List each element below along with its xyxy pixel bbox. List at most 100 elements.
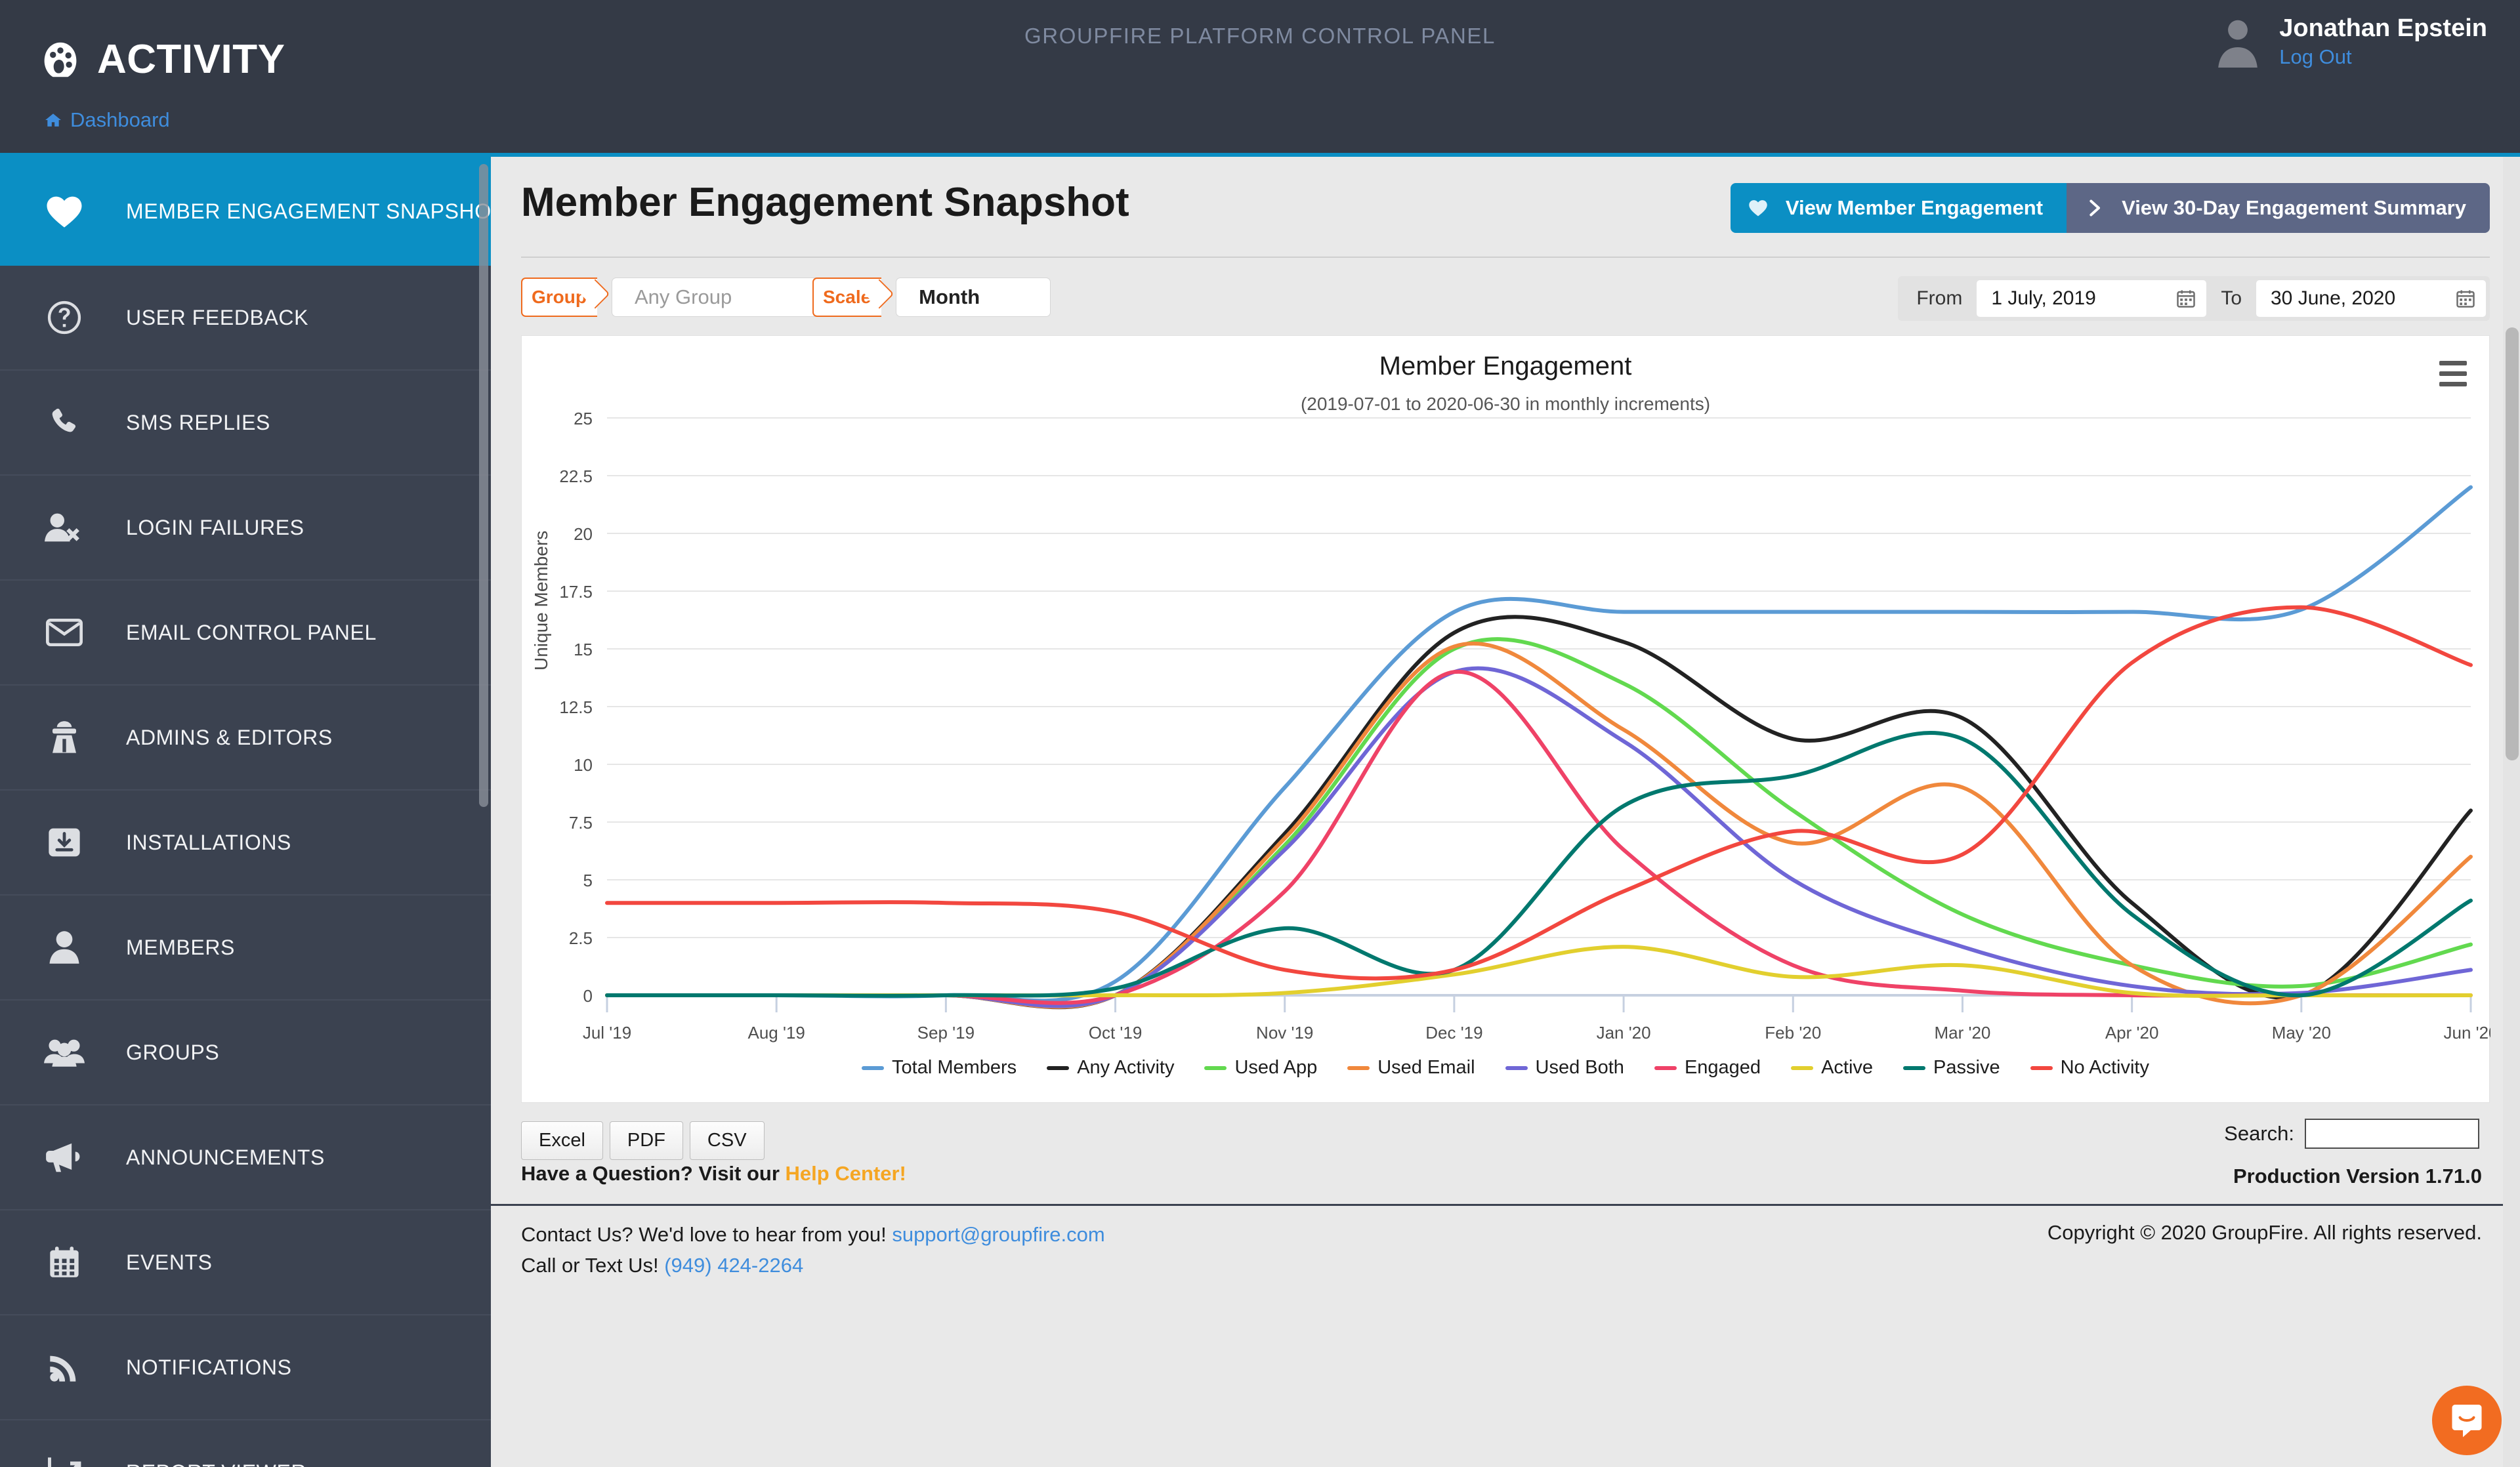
breadcrumb-label: Dashboard <box>70 108 170 131</box>
sidebar-item-label: MEMBERS <box>126 935 235 959</box>
sidebar-item-events[interactable]: EVENTS <box>0 1210 491 1315</box>
sidebar-item-user-feedback[interactable]: USER FEEDBACK <box>0 266 491 371</box>
help-line: Have a Question? Visit our Help Center! <box>521 1162 906 1186</box>
svg-text:25: 25 <box>574 409 593 428</box>
legend-item[interactable]: Used Email <box>1347 1057 1475 1079</box>
sidebar-item-announcements[interactable]: ANNOUNCEMENTS <box>0 1105 491 1210</box>
legend-item[interactable]: Used App <box>1204 1057 1317 1079</box>
filter-row: Group Any Group Scale Month From 1 July,… <box>521 276 2490 325</box>
phone-link[interactable]: (949) 424-2264 <box>664 1254 803 1277</box>
svg-text:20: 20 <box>574 524 593 544</box>
calendar-icon[interactable] <box>2456 289 2475 314</box>
footer: Contact Us? We'd love to hear from you! … <box>521 1220 1105 1281</box>
to-date-value: 30 June, 2020 <box>2271 287 2396 309</box>
sidebar-item-email-control-panel[interactable]: EMAIL CONTROL PANEL <box>0 581 491 686</box>
megaphone-icon <box>39 1141 89 1174</box>
svg-text:5: 5 <box>583 871 593 890</box>
sidebar-item-label: GROUPS <box>126 1040 220 1064</box>
sidebar-item-label: USER FEEDBACK <box>126 305 309 329</box>
export-pdf-button[interactable]: PDF <box>609 1121 683 1160</box>
sidebar-item-admins-editors[interactable]: ADMINS & EDITORS <box>0 686 491 791</box>
legend-label: Used App <box>1234 1057 1318 1078</box>
scale-select[interactable]: Month <box>896 278 1051 317</box>
legend-label: Engaged <box>1684 1057 1761 1078</box>
svg-text:10: 10 <box>574 755 593 775</box>
legend-item[interactable]: Total Members <box>862 1057 1017 1079</box>
heart-icon <box>1731 199 1786 217</box>
logout-link[interactable]: Log Out <box>2279 45 2487 69</box>
footer-call-text: Call or Text Us! <box>521 1253 665 1277</box>
user-name: Jonathan Epstein <box>2279 14 2487 42</box>
avatar <box>2214 16 2262 68</box>
user-icon <box>39 930 89 965</box>
main-content: Member Engagement Snapshot View Member E… <box>491 157 2520 1467</box>
view-30-day-summary-button[interactable]: View 30-Day Engagement Summary <box>2067 183 2490 233</box>
sidebar: MEMBER ENGAGEMENT SNAPSHOT USER FEEDBACK… <box>0 157 491 1467</box>
legend-label: Passive <box>1933 1057 2000 1078</box>
legend-item[interactable]: Used Both <box>1505 1057 1624 1079</box>
view-member-engagement-button[interactable]: View Member Engagement <box>1730 183 2067 233</box>
scale-tag-label: Scale <box>812 278 882 317</box>
header-divider <box>521 257 2490 258</box>
rss-icon <box>39 1350 89 1384</box>
export-excel-button[interactable]: Excel <box>521 1121 603 1160</box>
svg-text:Jun '20: Jun '20 <box>2443 1023 2490 1043</box>
user-secret-icon <box>39 720 89 755</box>
group-select[interactable]: Any Group <box>612 278 839 317</box>
chart-svg: 0 2.5 5 7.5 10 12.5 15 17.5 20 22.5 25 Jul '19 Aug '… <box>559 409 2498 1043</box>
sidebar-item-member-engagement-snapshot[interactable]: MEMBER ENGAGEMENT SNAPSHOT <box>0 157 491 266</box>
svg-text:Oct '19: Oct '19 <box>1089 1023 1143 1043</box>
footer-contact-line: Contact Us? We'd love to hear from you! … <box>521 1220 1105 1250</box>
user-block[interactable]: Jonathan Epstein Log Out <box>2214 14 2487 69</box>
chat-bubble-icon[interactable] <box>2432 1386 2502 1455</box>
legend-item[interactable]: Engaged <box>1654 1057 1761 1079</box>
to-date-input[interactable]: 30 June, 2020 <box>2256 280 2486 317</box>
sidebar-item-login-failures[interactable]: LOGIN FAILURES <box>0 476 491 581</box>
legend-item[interactable]: Passive <box>1903 1057 2000 1079</box>
svg-text:12.5: 12.5 <box>559 697 593 717</box>
sidebar-item-report-viewer[interactable]: REPORT VIEWER <box>0 1420 491 1467</box>
support-email-link[interactable]: support@groupfire.com <box>892 1223 1104 1246</box>
svg-text:15: 15 <box>574 640 593 659</box>
from-label: From <box>1916 287 1963 309</box>
platform-title: GROUPFIRE PLATFORM CONTROL PANEL <box>1024 24 1496 48</box>
footer-divider <box>491 1204 2520 1206</box>
legend-label: No Activity <box>2060 1057 2149 1078</box>
sidebar-item-notifications[interactable]: NOTIFICATIONS <box>0 1315 491 1420</box>
legend-item[interactable]: Any Activity <box>1047 1057 1174 1079</box>
help-center-link[interactable]: Help Center! <box>786 1162 906 1185</box>
legend-swatch <box>2030 1065 2053 1070</box>
version-label: Production Version 1.71.0 <box>2233 1165 2482 1188</box>
legend-label: Used Email <box>1377 1057 1475 1078</box>
sidebar-item-label: MEMBER ENGAGEMENT SNAPSHOT <box>126 199 491 223</box>
calendar-icon[interactable] <box>2176 289 2196 314</box>
sidebar-item-sms-replies[interactable]: SMS REPLIES <box>0 371 491 476</box>
group-filter: Group Any Group <box>521 278 839 317</box>
copyright: Copyright © 2020 GroupFire. All rights r… <box>2047 1221 2482 1244</box>
sidebar-item-label: NOTIFICATIONS <box>126 1355 292 1379</box>
sidebar-item-installations[interactable]: INSTALLATIONS <box>0 791 491 896</box>
sidebar-scrollbar-thumb[interactable] <box>479 164 488 807</box>
legend-swatch <box>1204 1065 1227 1070</box>
sidebar-item-members[interactable]: MEMBERS <box>0 896 491 1001</box>
breadcrumb[interactable]: Dashboard <box>45 108 170 132</box>
from-date-input[interactable]: 1 July, 2019 <box>1977 280 2207 317</box>
legend-item[interactable]: No Activity <box>2030 1057 2149 1079</box>
page-scrollbar-track[interactable] <box>2503 157 2520 1467</box>
footer-call-line: Call or Text Us! (949) 424-2264 <box>521 1250 1105 1281</box>
svg-text:May '20: May '20 <box>2272 1023 2331 1043</box>
button-label: View 30-Day Engagement Summary <box>2122 196 2466 219</box>
from-date-value: 1 July, 2019 <box>1991 287 2096 309</box>
svg-text:Jul '19: Jul '19 <box>583 1023 631 1043</box>
legend-swatch <box>1347 1065 1370 1070</box>
sidebar-item-label: ADMINS & EDITORS <box>126 725 333 749</box>
sidebar-item-label: LOGIN FAILURES <box>126 515 304 539</box>
export-buttons: Excel PDF CSV <box>521 1121 765 1160</box>
search-input[interactable] <box>2305 1119 2479 1149</box>
export-csv-button[interactable]: CSV <box>689 1121 765 1160</box>
chevron-right-icon <box>2067 199 2122 217</box>
sidebar-item-groups[interactable]: GROUPS <box>0 1001 491 1105</box>
legend-swatch <box>862 1065 885 1070</box>
legend-item[interactable]: Active <box>1791 1057 1873 1079</box>
page-scrollbar-thumb[interactable] <box>2506 327 2519 760</box>
